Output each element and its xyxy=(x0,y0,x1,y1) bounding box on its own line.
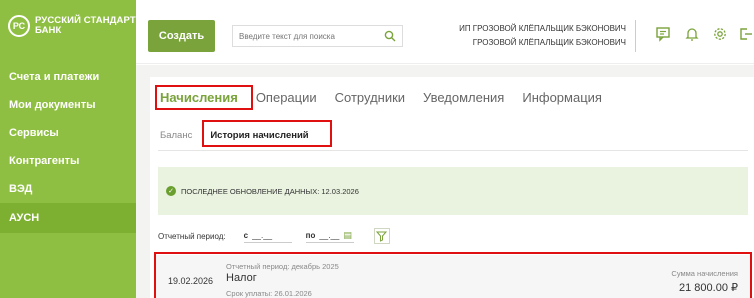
content-panel: Начисления Операции Сотрудники Уведомлен… xyxy=(150,77,754,298)
period-filter: Отчетный период: с __.__ по __.__ ▤ xyxy=(158,227,390,245)
search-input[interactable] xyxy=(233,26,382,46)
check-circle-icon: ✓ xyxy=(166,186,176,196)
sidebar: РС Русский Стандарт Банк Счета и платежи… xyxy=(0,0,136,298)
highlight-box-subtab xyxy=(202,120,332,147)
filter-label: Отчетный период: xyxy=(158,231,226,241)
tab-notifications[interactable]: Уведомления xyxy=(421,87,506,108)
logo-text: Русский Стандарт Банк xyxy=(35,16,136,36)
tab-operations[interactable]: Операции xyxy=(254,87,319,108)
update-notice: ✓ ПОСЛЕДНЕЕ ОБНОВЛЕНИЕ ДАННЫХ: 12.03.202… xyxy=(158,167,748,215)
create-button[interactable]: Создать xyxy=(148,20,215,52)
user-company: ИП ГРОЗОВОЙ КЛЁПАЛЬЩИК БЭКОНОВИЧ xyxy=(459,24,626,33)
tab-employees[interactable]: Сотрудники xyxy=(333,87,407,108)
chat-icon[interactable] xyxy=(655,26,671,42)
sidebar-item-services[interactable]: Сервисы xyxy=(0,119,136,147)
search-icon[interactable] xyxy=(382,28,398,44)
sidebar-item-ausn[interactable]: АУСН xyxy=(0,203,136,233)
highlight-box-row xyxy=(154,252,752,298)
subtab-balance[interactable]: Баланс xyxy=(158,127,194,144)
gear-icon[interactable] xyxy=(712,26,728,42)
calendar-icon[interactable]: ▤ xyxy=(343,230,352,241)
sidebar-item-accounts[interactable]: Счета и платежи xyxy=(0,63,136,91)
sidebar-item-counterparties[interactable]: Контрагенты xyxy=(0,147,136,175)
main-area: Начисления Операции Сотрудники Уведомлен… xyxy=(136,65,754,298)
sidebar-item-documents[interactable]: Мои документы xyxy=(0,91,136,119)
date-to-label: по xyxy=(305,231,316,240)
sidebar-item-ved[interactable]: ВЭД xyxy=(0,175,136,203)
notice-text: ПОСЛЕДНЕЕ ОБНОВЛЕНИЕ ДАННЫХ: 12.03.2026 xyxy=(181,186,359,196)
top-bar: Создать ИП ГРОЗОВОЙ КЛЁПАЛЬЩИК БЭКОНОВИЧ… xyxy=(136,0,754,64)
date-to-value: __.__ xyxy=(319,231,340,240)
search-box xyxy=(232,25,403,47)
tab-information[interactable]: Информация xyxy=(520,87,604,108)
filter-reset-icon[interactable] xyxy=(373,228,390,244)
sidebar-nav: Счета и платежи Мои документы Сервисы Ко… xyxy=(0,63,136,233)
date-from-value: __.__ xyxy=(252,231,273,240)
user-info[interactable]: ИП ГРОЗОВОЙ КЛЁПАЛЬЩИК БЭКОНОВИЧ ГРОЗОВО… xyxy=(416,22,626,50)
bank-logo[interactable]: РС Русский Стандарт Банк xyxy=(0,0,136,52)
header-divider xyxy=(635,20,636,52)
logo-mark-icon: РС xyxy=(8,15,30,37)
logo-name-line2: Банк xyxy=(35,25,62,36)
date-from-field[interactable]: с __.__ xyxy=(243,229,292,243)
bell-icon[interactable] xyxy=(684,26,700,42)
logout-icon[interactable] xyxy=(738,26,754,42)
highlight-box-tab xyxy=(155,85,253,110)
date-from-label: с xyxy=(243,231,249,240)
date-to-field[interactable]: по __.__ ▤ xyxy=(305,229,354,243)
user-name: ГРОЗОВОЙ КЛЁПАЛЬЩИК БЭКОНОВИЧ xyxy=(472,38,626,47)
subtabs-divider xyxy=(158,150,748,151)
